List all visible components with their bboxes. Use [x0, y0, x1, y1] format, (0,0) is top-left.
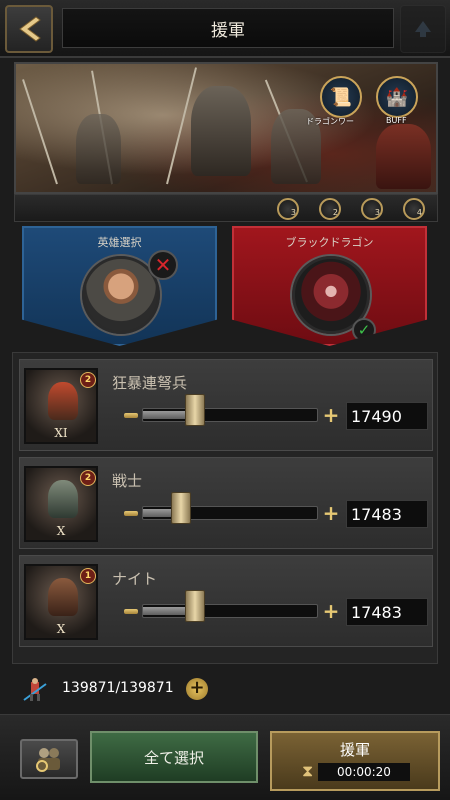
select-all-button[interactable]: 全て選択 — [90, 731, 258, 783]
chevron-left-icon — [19, 16, 41, 42]
buff-label: BUFF — [386, 116, 407, 125]
troop-slider[interactable] — [142, 408, 318, 422]
slider-handle[interactable] — [170, 492, 191, 524]
knight-unit-image: 1 X — [24, 564, 98, 640]
slider-handle[interactable] — [184, 590, 205, 622]
soldiers-icon — [36, 748, 60, 772]
remove-hero-icon[interactable]: ✕ — [148, 250, 178, 280]
decrease-button[interactable] — [124, 511, 138, 516]
troop-tier: X — [56, 524, 66, 538]
troop-name: 狂暴連弩兵 — [112, 374, 188, 392]
castle-buff-icon: 🏰 — [385, 86, 409, 108]
dragon-select-panel[interactable]: ブラックドラゴン ✓ — [232, 226, 427, 346]
troop-tier: X — [56, 622, 66, 636]
bottom-action-bar: 全て選択 援軍 ⧗ 00:00:20 — [0, 714, 450, 800]
dragon-select-title: ブラックドラゴン — [285, 236, 374, 249]
troop-row: 1 X ナイト + 17483 — [19, 555, 433, 647]
dragon-scroll-icon: 📜 — [329, 86, 353, 108]
troop-name: ナイト — [112, 570, 158, 588]
scroll-up-button[interactable] — [400, 5, 446, 53]
send-reinforcement-button[interactable]: 援軍 ⧗ 00:00:20 — [270, 731, 440, 791]
formation-slot[interactable]: 4 — [403, 198, 425, 220]
march-timer: 00:00:20 — [318, 763, 410, 781]
increase-button[interactable]: + — [322, 405, 340, 425]
formation-slot[interactable]: 2 — [319, 198, 341, 220]
troop-level-badge: 2 — [80, 470, 96, 486]
troop-list: 2 XI 狂暴連弩兵 + 17490 2 X 戦士 + 17483 1 X ナイ… — [12, 352, 438, 664]
warrior-unit-image: 2 X — [24, 466, 98, 542]
increase-button[interactable]: + — [322, 503, 340, 523]
back-button[interactable] — [5, 5, 53, 53]
troop-tier: XI — [54, 426, 68, 440]
top-bar: 援軍 — [0, 0, 450, 58]
dragon-power-label: ドラゴンワー — [306, 117, 354, 126]
decrease-button[interactable] — [124, 413, 138, 418]
troop-slider[interactable] — [142, 506, 318, 520]
troop-level-badge: 1 — [80, 568, 96, 584]
troop-name: 戦士 — [112, 472, 143, 490]
formation-slot[interactable]: 3 — [361, 198, 383, 220]
hero-select-title: 英雄選択 — [97, 236, 142, 249]
troop-count-input[interactable]: 17483 — [346, 500, 428, 528]
troop-count-input[interactable]: 17490 — [346, 402, 428, 430]
troop-row: 2 XI 狂暴連弩兵 + 17490 — [19, 359, 433, 451]
send-label: 援軍 — [339, 741, 370, 759]
crossbowman-unit-image: 2 XI — [24, 368, 98, 444]
scroll-up-icon — [415, 21, 431, 37]
troop-level-badge: 2 — [80, 372, 96, 388]
decrease-button[interactable] — [124, 609, 138, 614]
add-troops-button[interactable]: + — [186, 678, 208, 700]
troop-count-input[interactable]: 17483 — [346, 598, 428, 626]
check-icon: ✓ — [352, 318, 376, 342]
increase-button[interactable]: + — [322, 601, 340, 621]
troop-row: 2 X 戦士 + 17483 — [19, 457, 433, 549]
formation-slot[interactable]: 3 — [277, 198, 299, 220]
troop-total: 139871/139871 + — [22, 676, 322, 704]
troop-total-text: 139871/139871 — [62, 680, 174, 696]
formation-slot-bar: 3 2 3 4 — [14, 194, 438, 222]
dragon-power-button[interactable]: 📜 — [320, 76, 362, 118]
page-title: 援軍 — [62, 8, 394, 48]
buff-button[interactable]: 🏰 — [376, 76, 418, 118]
troop-icon — [23, 678, 47, 701]
formation-preset-button[interactable] — [20, 739, 78, 779]
slider-handle[interactable] — [184, 394, 205, 426]
troop-slider[interactable] — [142, 604, 318, 618]
hero-select-panel[interactable]: 英雄選択 ✕ — [22, 226, 217, 346]
battle-banner-image: 📜 ドラゴンワー 🏰 BUFF — [14, 62, 438, 194]
hourglass-icon: ⧗ — [302, 761, 314, 780]
